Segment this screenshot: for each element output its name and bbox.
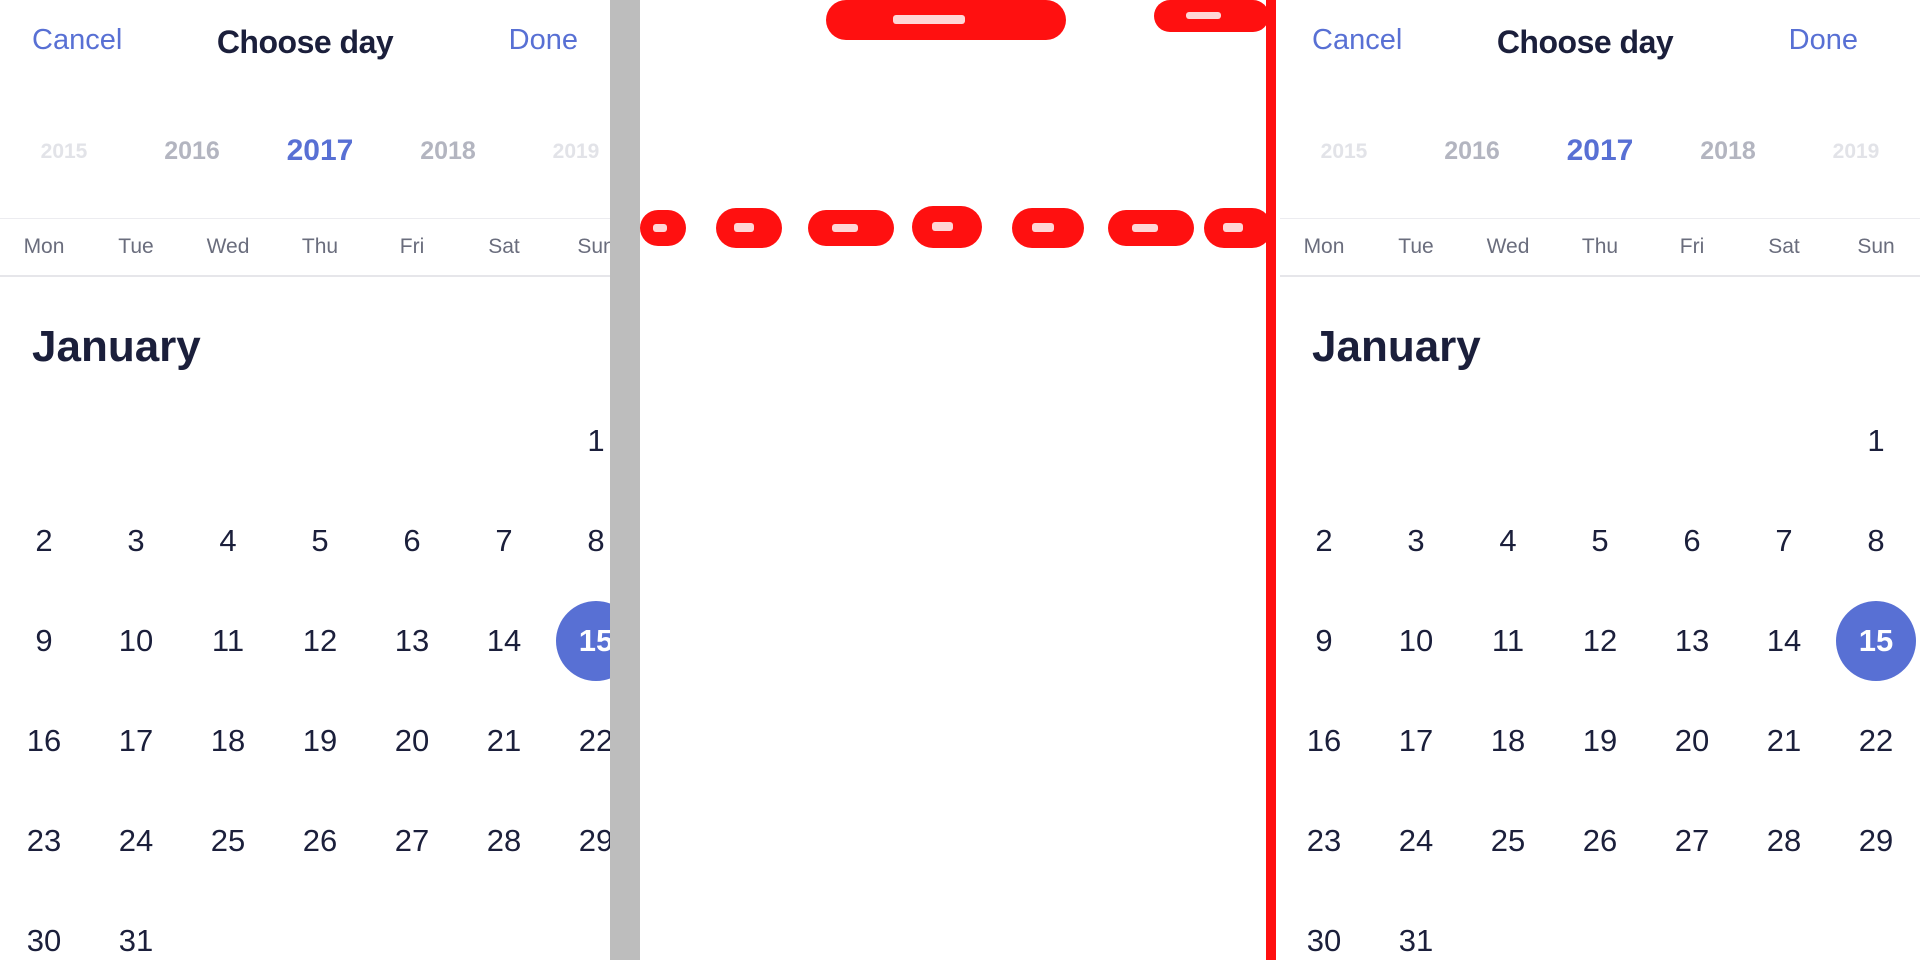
- day-cell[interactable]: 6: [372, 501, 452, 581]
- day-grid: 1 2 3 4 5 6 7 8 9 10 11 12 13 14 15 16 17 18 19 20 21 22 23 24 2…: [0, 0, 610, 960]
- diff-highlight-weekday-fri: [1012, 208, 1084, 248]
- calendar-panel-right: Cancel Choose day Done 2015 2016 2017 2018 2…: [1280, 0, 1920, 960]
- diff-highlight-weekday-tue: [716, 208, 782, 248]
- day-cell[interactable]: 9: [4, 601, 84, 681]
- day-cell[interactable]: 31: [1376, 901, 1456, 960]
- day-cell[interactable]: 8: [1836, 501, 1916, 581]
- diff-highlight-weekday-thu: [912, 206, 982, 248]
- day-cell[interactable]: 13: [372, 601, 452, 681]
- diff-highlight-weekday-sun: [1204, 208, 1272, 248]
- day-cell[interactable]: 21: [1744, 701, 1824, 781]
- day-cell[interactable]: 4: [188, 501, 268, 581]
- day-cell[interactable]: 19: [280, 701, 360, 781]
- day-cell[interactable]: 4: [1468, 501, 1548, 581]
- day-cell[interactable]: 6: [1652, 501, 1732, 581]
- day-cell[interactable]: 2: [4, 501, 84, 581]
- day-cell[interactable]: 21: [464, 701, 544, 781]
- day-cell[interactable]: 11: [188, 601, 268, 681]
- day-cell[interactable]: 7: [464, 501, 544, 581]
- day-cell-selected[interactable]: 15: [556, 601, 610, 681]
- day-cell[interactable]: 20: [1652, 701, 1732, 781]
- day-cell[interactable]: 30: [4, 901, 84, 960]
- day-cell[interactable]: 24: [96, 801, 176, 881]
- day-cell[interactable]: 26: [1560, 801, 1640, 881]
- panel-separator: [610, 0, 640, 960]
- day-cell[interactable]: 14: [464, 601, 544, 681]
- day-cell[interactable]: 18: [188, 701, 268, 781]
- diff-highlight-weekday-wed: [808, 210, 894, 246]
- day-cell[interactable]: 26: [280, 801, 360, 881]
- diff-highlight-weekday-sat: [1108, 210, 1194, 246]
- day-cell[interactable]: 18: [1468, 701, 1548, 781]
- day-cell[interactable]: 14: [1744, 601, 1824, 681]
- day-cell[interactable]: 1: [1836, 401, 1916, 481]
- day-cell[interactable]: 27: [372, 801, 452, 881]
- day-cell[interactable]: 16: [4, 701, 84, 781]
- day-cell[interactable]: 20: [372, 701, 452, 781]
- day-cell[interactable]: 17: [1376, 701, 1456, 781]
- day-cell[interactable]: 10: [96, 601, 176, 681]
- day-cell[interactable]: 24: [1376, 801, 1456, 881]
- day-cell[interactable]: 3: [1376, 501, 1456, 581]
- calendar-picker: Cancel Choose day Done 2015 2016 2017 2018 2…: [0, 0, 610, 960]
- day-cell[interactable]: 28: [464, 801, 544, 881]
- day-cell[interactable]: 12: [280, 601, 360, 681]
- diff-highlight-done: [1154, 0, 1269, 32]
- day-cell[interactable]: 12: [1560, 601, 1640, 681]
- day-cell[interactable]: 29: [1836, 801, 1916, 881]
- day-cell[interactable]: 17: [96, 701, 176, 781]
- diff-overlay-pane: [640, 0, 1280, 960]
- day-cell-selected[interactable]: 15: [1836, 601, 1916, 681]
- day-cell[interactable]: 7: [1744, 501, 1824, 581]
- day-cell[interactable]: 23: [4, 801, 84, 881]
- day-cell[interactable]: 3: [96, 501, 176, 581]
- calendar-panel-left: Cancel Choose day Done 2015 2016 2017 2018 2…: [0, 0, 610, 960]
- day-cell[interactable]: 8: [556, 501, 610, 581]
- day-cell[interactable]: 9: [1284, 601, 1364, 681]
- diff-highlight-weekday-mon: [640, 210, 686, 246]
- day-cell[interactable]: 23: [1284, 801, 1364, 881]
- calendar-picker: Cancel Choose day Done 2015 2016 2017 2018 2…: [1280, 0, 1920, 960]
- day-cell[interactable]: 13: [1652, 601, 1732, 681]
- day-cell[interactable]: 31: [96, 901, 176, 960]
- day-cell[interactable]: 22: [1836, 701, 1916, 781]
- day-cell[interactable]: 25: [1468, 801, 1548, 881]
- diff-highlight-edge: [1266, 0, 1276, 960]
- day-cell[interactable]: 11: [1468, 601, 1548, 681]
- diff-highlight-title: [826, 0, 1066, 40]
- day-cell[interactable]: 28: [1744, 801, 1824, 881]
- day-cell[interactable]: 27: [1652, 801, 1732, 881]
- day-cell[interactable]: 1: [556, 401, 610, 481]
- day-cell[interactable]: 22: [556, 701, 610, 781]
- day-cell[interactable]: 19: [1560, 701, 1640, 781]
- day-cell[interactable]: 16: [1284, 701, 1364, 781]
- day-cell[interactable]: 29: [556, 801, 610, 881]
- day-cell[interactable]: 30: [1284, 901, 1364, 960]
- day-cell[interactable]: 2: [1284, 501, 1364, 581]
- day-cell[interactable]: 5: [280, 501, 360, 581]
- day-cell[interactable]: 25: [188, 801, 268, 881]
- day-grid: 1 2 3 4 5 6 7 8 9 10 11 12 13 14 15 16 17 18 19 20 21 22 23 24 2…: [1280, 0, 1920, 960]
- day-cell[interactable]: 5: [1560, 501, 1640, 581]
- day-cell[interactable]: 10: [1376, 601, 1456, 681]
